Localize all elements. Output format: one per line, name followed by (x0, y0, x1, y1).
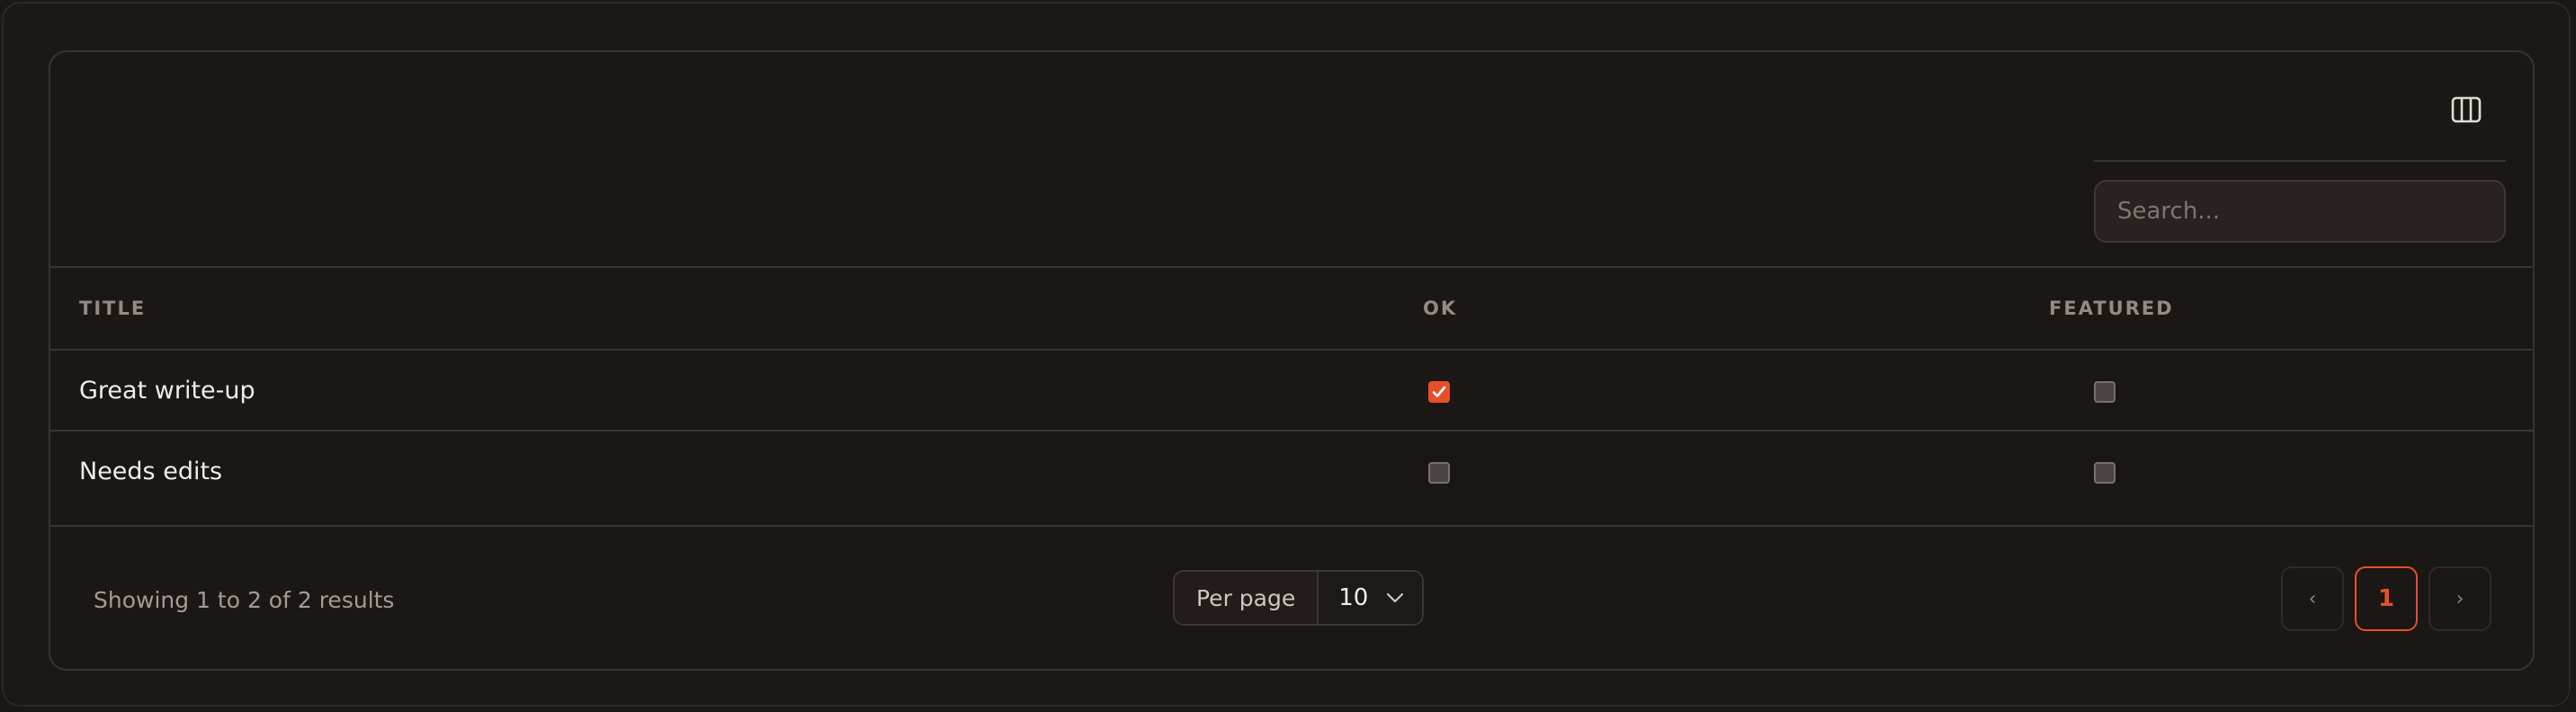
table-row: Great write-up (50, 351, 2533, 432)
next-page-button[interactable]: › (2428, 566, 2491, 631)
toolbar-divider (2094, 160, 2506, 162)
table-toolbar (50, 52, 2533, 268)
results-summary: Showing 1 to 2 of 2 results (94, 586, 395, 613)
per-page-value: 10 (1338, 584, 1369, 611)
column-toggle-button[interactable] (2445, 88, 2488, 131)
check-icon (1432, 386, 1446, 397)
ok-checkbox[interactable] (1428, 381, 1450, 403)
per-page-select[interactable]: 10 (1319, 572, 1423, 624)
table-card: TITLE OK FEATURED Great write-up Needs e… (49, 50, 2535, 671)
table-row: Needs edits (50, 432, 2533, 527)
table-header-row: TITLE OK FEATURED (50, 268, 2533, 351)
column-header-featured[interactable]: FEATURED (2049, 268, 2174, 349)
per-page-control: Per page 10 (1173, 570, 1425, 626)
featured-checkbox[interactable] (2094, 462, 2115, 484)
column-header-ok[interactable]: OK (1423, 268, 1457, 349)
row-title: Great write-up (79, 376, 255, 405)
columns-icon (2451, 96, 2482, 123)
row-title: Needs edits (79, 457, 223, 485)
pagination: ‹ 1 › (2281, 566, 2491, 631)
featured-checkbox[interactable] (2094, 381, 2115, 403)
table-footer: Showing 1 to 2 of 2 results Per page 10 … (50, 529, 2533, 669)
per-page-label: Per page (1175, 572, 1319, 624)
data-table: TITLE OK FEATURED Great write-up Needs e… (50, 268, 2533, 527)
ok-checkbox[interactable] (1428, 462, 1450, 484)
page-1-button[interactable]: 1 (2355, 566, 2418, 631)
search-input[interactable] (2094, 180, 2506, 243)
chevron-down-icon (1387, 592, 1404, 603)
app-frame: TITLE OK FEATURED Great write-up Needs e… (2, 2, 2571, 707)
column-header-title[interactable]: TITLE (79, 268, 146, 349)
previous-page-button[interactable]: ‹ (2281, 566, 2344, 631)
